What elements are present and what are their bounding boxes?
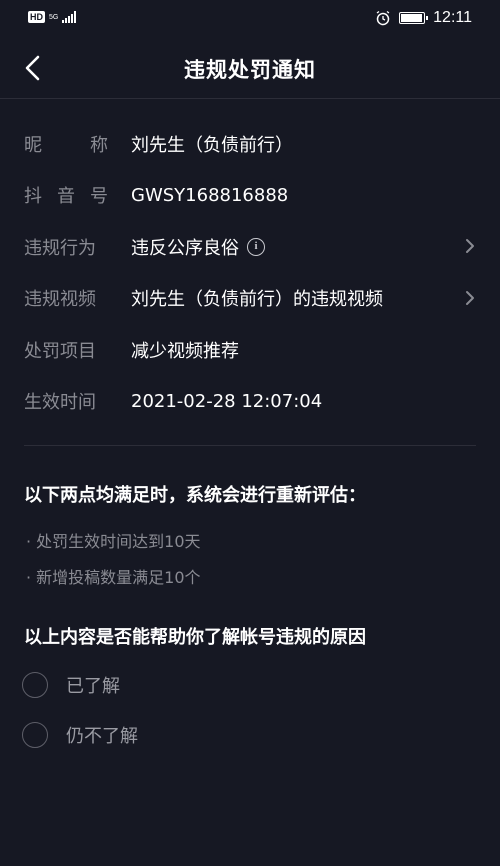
network-type: 5G bbox=[49, 14, 58, 21]
info-icon[interactable]: i bbox=[247, 237, 265, 256]
reevaluation-heading: 以下两点均满足时，系统会进行重新评估： bbox=[24, 485, 366, 506]
douyin-id-row: 抖音号 GWSY168816888 bbox=[0, 170, 500, 222]
option-understood[interactable]: 已了解 bbox=[22, 672, 120, 698]
violation-behavior-row[interactable]: 违规行为 违反公序良俗 i bbox=[0, 221, 500, 273]
violation-video-value: 刘先生（负债前行）的违规视频 bbox=[131, 289, 383, 311]
status-right: 12:11 bbox=[375, 9, 472, 27]
nav-bar: 违规处罚通知 bbox=[0, 38, 500, 99]
penalty-item-value: 减少视频推荐 bbox=[131, 340, 239, 362]
option-label: 仍不了解 bbox=[66, 726, 138, 747]
reevaluation-item: · 处罚生效时间达到10天 bbox=[26, 532, 201, 551]
nickname-label-char-2: 称 bbox=[90, 134, 108, 156]
nickname-row: 昵 称 刘先生（负债前行） bbox=[0, 118, 500, 170]
effective-time-label: 生效时间 bbox=[24, 392, 96, 414]
douyin-id-label: 抖音号 bbox=[24, 182, 108, 208]
clock: 12:11 bbox=[433, 9, 472, 26]
signal-icon bbox=[62, 11, 77, 23]
status-left: HD 5G bbox=[28, 11, 77, 23]
douyin-id-label-char: 号 bbox=[90, 186, 108, 208]
chevron-right-icon bbox=[466, 239, 474, 253]
reevaluation-item: · 新增投稿数量满足10个 bbox=[26, 568, 201, 587]
douyin-id-label-char: 抖 bbox=[24, 186, 42, 208]
effective-time-value: 2021-02-28 12:07:04 bbox=[131, 390, 323, 412]
battery-icon bbox=[399, 12, 429, 24]
violation-video-label: 违规视频 bbox=[24, 289, 96, 311]
info-list: 昵 称 刘先生（负债前行） 抖音号 GWSY168816888 违规行为 违反公… bbox=[0, 118, 500, 427]
violation-behavior-value: 违反公序良俗 i bbox=[131, 234, 265, 260]
radio-button[interactable] bbox=[22, 722, 48, 748]
page-title: 违规处罚通知 bbox=[184, 58, 316, 82]
radio-button[interactable] bbox=[22, 672, 48, 698]
penalty-item-label: 处罚项目 bbox=[24, 340, 96, 362]
status-bar: HD 5G 12:11 bbox=[0, 0, 500, 38]
hd-badge: HD bbox=[28, 11, 45, 23]
violation-behavior-text: 违反公序良俗 bbox=[131, 237, 239, 259]
chevron-right-icon bbox=[466, 290, 474, 305]
alarm-icon bbox=[376, 10, 390, 26]
option-not-understood[interactable]: 仍不了解 bbox=[22, 722, 138, 748]
nickname-label-char-1: 昵 bbox=[24, 134, 42, 156]
nickname-label: 昵 称 bbox=[24, 131, 108, 157]
douyin-id-label-char: 音 bbox=[57, 186, 75, 208]
divider bbox=[24, 445, 476, 446]
network-label: 5G bbox=[49, 13, 59, 21]
penalty-item-row: 处罚项目 减少视频推荐 bbox=[0, 324, 500, 376]
douyin-id-value: GWSY168816888 bbox=[131, 184, 289, 206]
feedback-question: 以上内容是否能帮助你了解帐号违规的原因 bbox=[24, 627, 366, 648]
nickname-value: 刘先生（负债前行） bbox=[131, 134, 293, 156]
violation-behavior-label: 违规行为 bbox=[24, 237, 96, 259]
option-label: 已了解 bbox=[66, 676, 120, 697]
violation-video-row[interactable]: 违规视频 刘先生（负债前行）的违规视频 bbox=[0, 273, 500, 325]
effective-time-row: 生效时间 2021-02-28 12:07:04 bbox=[0, 376, 500, 428]
